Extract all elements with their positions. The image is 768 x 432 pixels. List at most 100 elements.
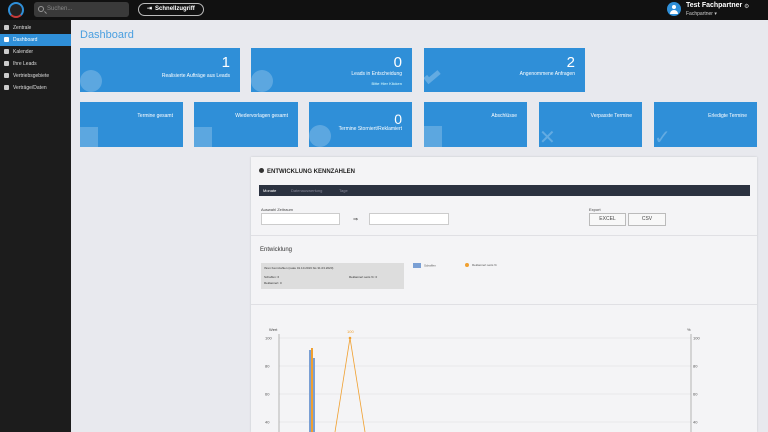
y-tick-label-left: 60: [265, 392, 270, 397]
legend-swatch: [413, 263, 421, 268]
user-role-dropdown[interactable]: Fachpartner ▾: [686, 11, 717, 17]
user-name[interactable]: Test Fachpartner: [686, 2, 742, 9]
document-icon: [424, 126, 442, 147]
divider: [251, 304, 757, 305]
y-tick-label-right: 40: [693, 420, 698, 425]
avatar[interactable]: [667, 2, 681, 16]
y-tick-label-right: 80: [693, 364, 698, 369]
sidebar-item-kalender[interactable]: Kalender: [0, 46, 71, 58]
date-range-label: Auswahl Zeitraum: [261, 207, 294, 212]
x-icon: ✕: [539, 127, 556, 147]
app-logo[interactable]: [8, 2, 24, 18]
card-value: 0: [394, 111, 402, 127]
summary-item: Reklamiert seits %: 0: [349, 275, 378, 279]
user-x-icon: [309, 125, 331, 147]
y-tick-label-right: 100: [693, 336, 700, 341]
card-label: Realisierte Aufträge aus Leads: [161, 73, 230, 79]
panel-title: ENTWICKLUNG KENNZAHLEN: [259, 168, 355, 175]
kennzahlen-chart: Wert % 100 100 80 80 60 60 40 40 100: [265, 327, 700, 432]
card-angenommene-anfragen[interactable]: 2 Angenommene Anfragen: [424, 48, 585, 92]
card-label: Wiedervorlagen gesamt: [235, 113, 288, 119]
summary-title: Ihren Kennzahlen (reale 01.10.2016 bis 3…: [264, 266, 334, 270]
card-verpasste-termine[interactable]: ✕ Verpasste Termine: [539, 102, 642, 147]
y-tick-label-left: 100: [265, 336, 272, 341]
chart-icon: [259, 168, 264, 173]
card-label: Termine gesamt: [137, 113, 173, 119]
card-wiedervorlagen[interactable]: Wiedervorlagen gesamt: [194, 102, 298, 147]
money-icon: [80, 70, 102, 92]
y-tick-label-left: 40: [265, 420, 270, 425]
chart-ticks: 100 100 80 80 60 60 40 40: [265, 336, 700, 425]
card-leads-entscheidung[interactable]: 0 Leads in Entscheidung Bitte Hier Klick…: [251, 48, 412, 92]
sidebar-item-zentrale[interactable]: Zentrale: [0, 22, 71, 34]
card-termine-storniert[interactable]: 0 Termine Storniert/Reklamiert: [309, 102, 412, 147]
date-from-input[interactable]: [261, 213, 340, 225]
legend-item-schaffen[interactable]: Schaffen: [413, 263, 436, 268]
sidebar-item-vertraege[interactable]: Verträge/Daten: [0, 82, 71, 94]
chart-bar[interactable]: [311, 348, 313, 432]
chart-bar[interactable]: [313, 358, 315, 432]
section-title: Entwicklung: [260, 247, 293, 253]
export-label: Export: [589, 207, 601, 212]
check-icon: [424, 67, 441, 85]
card-erledigte-termine[interactable]: ✓ Erledigte Termine: [654, 102, 757, 147]
quick-access-button[interactable]: ⇥ Schnellzugriff: [138, 3, 204, 16]
tab-tage[interactable]: Tage: [339, 185, 348, 196]
card-label: Leads in Entscheidung: [351, 71, 402, 77]
top-bar: Suchen... ⇥ Schnellzugriff Test Fachpartn…: [0, 0, 768, 20]
settings-icon[interactable]: ⚙: [744, 3, 749, 10]
panel-tabs: Monate Datenauswertung Tage: [259, 185, 750, 196]
y-axis-label-left: Wert: [269, 327, 278, 332]
sidebar: Zentrale Dashboard Kalender Ihre Leads V…: [0, 20, 71, 432]
y-tick-label-right: 60: [693, 392, 698, 397]
y-tick-label-left: 80: [265, 364, 270, 369]
page-title: Dashboard: [80, 29, 134, 41]
export-excel-button[interactable]: EXCEL: [589, 213, 626, 226]
tab-datenauswertung[interactable]: Datenauswertung: [291, 185, 322, 196]
card-abschluesse[interactable]: Abschlüsse: [424, 102, 527, 147]
card-label: Abschlüsse: [491, 113, 517, 119]
divider: [251, 235, 757, 236]
tab-monate[interactable]: Monate: [263, 185, 276, 196]
chart-grid: [278, 334, 692, 432]
gear-icon: [251, 70, 273, 92]
export-csv-button[interactable]: CSV: [628, 213, 666, 226]
peak-data-label: 100: [347, 329, 354, 334]
sidebar-item-leads[interactable]: Ihre Leads: [0, 58, 71, 70]
sidebar-item-dashboard[interactable]: Dashboard: [0, 34, 71, 46]
card-label: Erledigte Termine: [708, 113, 747, 119]
check-icon: ✓: [654, 127, 671, 147]
y-axis-label-right: %: [687, 327, 691, 332]
date-to-input[interactable]: [369, 213, 449, 225]
series-line-reklamiert: [334, 337, 366, 432]
calendar-icon: [4, 49, 9, 54]
bell-icon: [4, 25, 9, 30]
kennzahlen-summary: Ihren Kennzahlen (reale 01.10.2016 bis 3…: [261, 263, 404, 289]
search-icon: [38, 6, 44, 12]
card-label: Verpasste Termine: [590, 113, 632, 119]
document-icon: [4, 85, 9, 90]
card-realisierte-auftraege[interactable]: 1 Realisierte Aufträge aus Leads: [80, 48, 240, 92]
data-point[interactable]: [348, 336, 352, 340]
search-input[interactable]: Suchen...: [34, 2, 129, 17]
summary-item: Reklamiert: 0: [264, 281, 282, 285]
chart-bar[interactable]: [309, 350, 311, 432]
card-termine-gesamt[interactable]: Termine gesamt: [80, 102, 183, 147]
legend-swatch: [465, 263, 469, 268]
chart-bars: [309, 336, 366, 432]
card-label: Termine Storniert/Reklamiert: [338, 126, 402, 132]
card-value: 1: [221, 54, 230, 71]
card-label: Angenommene Anfragen: [519, 71, 575, 77]
date-range-arrow: ⇒: [353, 217, 359, 223]
card-link[interactable]: Bitte Hier Klicken: [372, 81, 402, 86]
card-value: 0: [393, 54, 402, 71]
calendar-icon: [80, 127, 98, 147]
users-icon: [4, 61, 9, 66]
dashboard-icon: [4, 37, 9, 42]
calendar-icon: [194, 127, 212, 147]
map-pin-icon: [4, 73, 9, 78]
arrow-right-icon: ⇥: [147, 6, 153, 12]
card-value: 2: [566, 54, 575, 71]
legend-item-reklamiert[interactable]: Reklamiert seits %: [465, 263, 497, 268]
sidebar-item-vertriebsgebiete[interactable]: Vertriebsgebiete: [0, 70, 71, 82]
